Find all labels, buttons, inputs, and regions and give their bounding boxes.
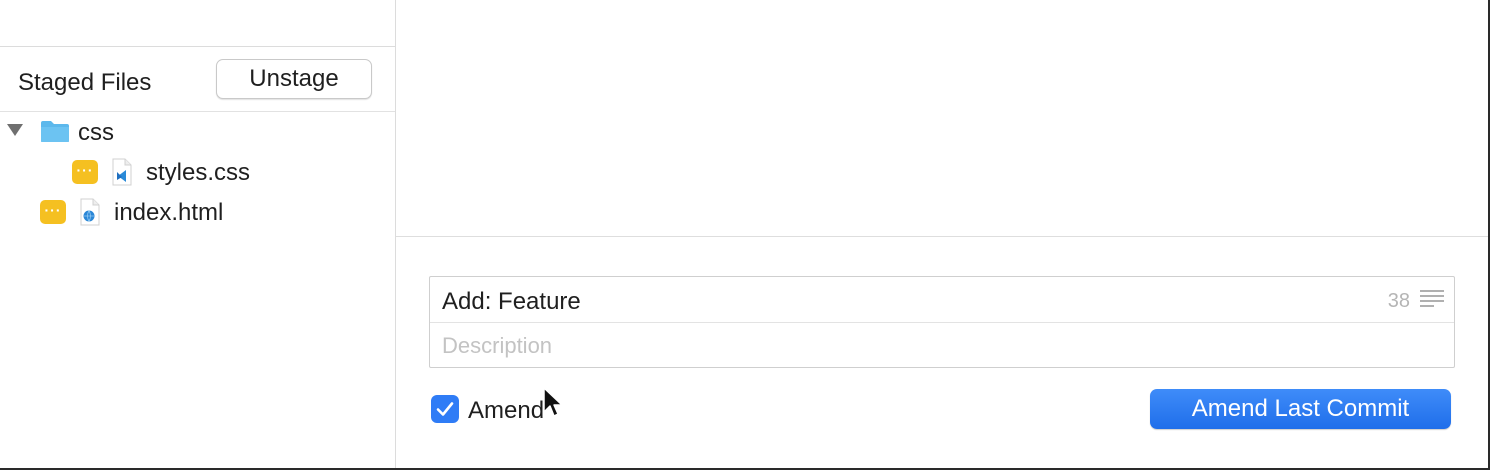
disclosure-triangle-icon[interactable]: [7, 124, 23, 136]
text-lines-icon[interactable]: [1420, 289, 1444, 307]
mouse-cursor-icon: [543, 387, 563, 417]
modified-status-badge: ···: [40, 200, 66, 224]
staged-files-panel: Staged Files Unstage css ··· styles.css: [0, 0, 396, 468]
tree-file-label: index.html: [114, 199, 224, 226]
char-count: 38: [1387, 290, 1410, 312]
unstage-button[interactable]: Unstage: [216, 59, 372, 99]
html-file-icon: [80, 198, 100, 226]
staged-files-header: Staged Files Unstage: [0, 47, 395, 112]
diff-preview-area: [396, 0, 1488, 237]
commit-description-field[interactable]: Description: [442, 333, 552, 359]
tree-folder-label: css: [78, 119, 114, 146]
vscode-file-icon: [112, 158, 132, 186]
window: Staged Files Unstage css ··· styles.css: [0, 0, 1490, 470]
folder-icon: [41, 121, 69, 142]
modified-status-badge: ···: [72, 160, 98, 184]
commit-summary-field[interactable]: Add: Feature 38: [430, 277, 1454, 323]
amend-last-commit-button[interactable]: Amend Last Commit: [1150, 389, 1451, 429]
amend-label[interactable]: Amend: [468, 397, 544, 425]
commit-message-box: Add: Feature 38 Description: [429, 276, 1455, 368]
staged-files-title: Staged Files: [18, 69, 152, 96]
commit-summary-text[interactable]: Add: Feature: [442, 288, 581, 316]
tree-file-label: styles.css: [146, 159, 251, 186]
amend-checkbox[interactable]: [431, 395, 459, 423]
checkmark-icon: [436, 402, 454, 416]
